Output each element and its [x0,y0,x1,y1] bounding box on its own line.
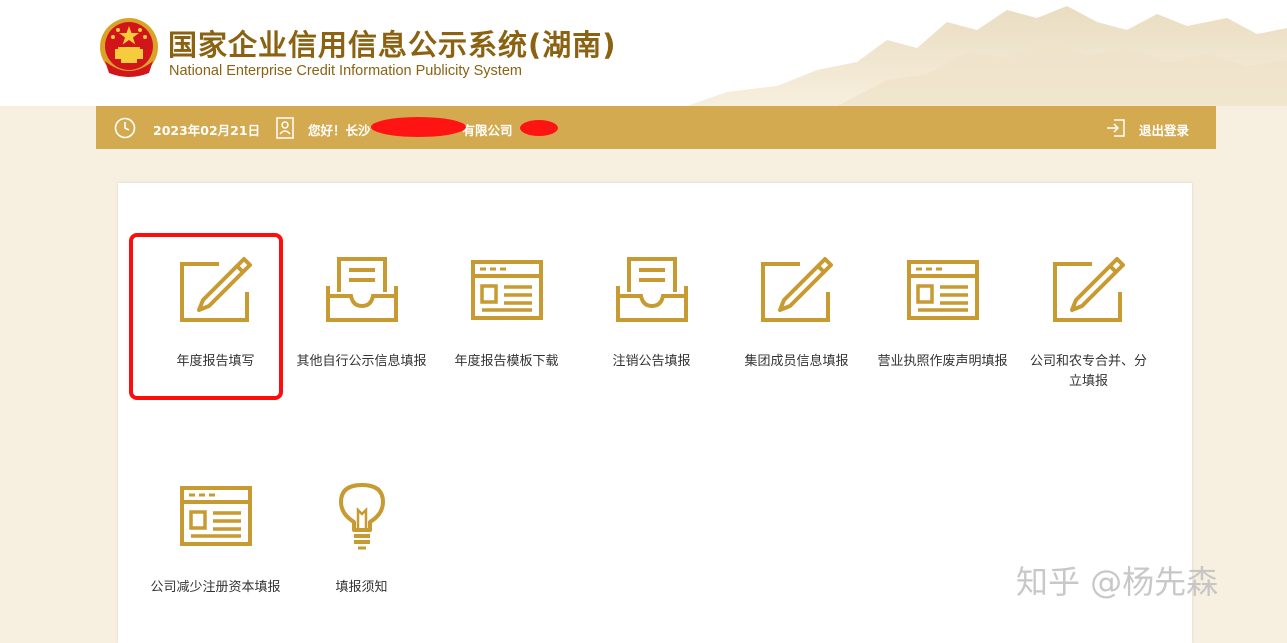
tile-filing-instructions[interactable]: 填报须知 [289,482,434,598]
tile-merger-division[interactable]: 公司和农专合并、分立填报 [1016,256,1161,392]
site-subtitle: National Enterprise Credit Information P… [169,63,522,79]
lightbulb-icon [338,483,385,550]
tile-label: 集团成员信息填报 [744,354,849,369]
tile-label: 公司和农专合并、分立填报 [1029,354,1147,389]
national-emblem-logo [100,18,158,77]
logout-button[interactable]: 退出登录 [1139,120,1189,139]
clock-icon [114,117,136,139]
tile-template-download[interactable]: 年度报告模板下载 [434,256,579,372]
tile-label: 年度报告模板下载 [454,354,559,369]
tile-label: 注销公告填报 [612,354,691,369]
site-title: 国家企业信用信息公示系统(湖南) [168,28,617,62]
site-header: 国家企业信用信息公示系统(湖南) National Enterprise Cre… [0,0,1287,106]
tile-license-void-statement[interactable]: 营业执照作废声明填报 [870,256,1015,372]
highlight-box [129,233,283,400]
logout-icon[interactable] [1106,118,1128,138]
inbox-tray-icon [325,257,398,322]
current-date: 2023年02月21日 [153,123,261,138]
form-window-icon [470,260,543,320]
tile-label: 营业执照作废声明填报 [877,354,1008,369]
greeting-suffix: 有限公司 [462,123,513,138]
tile-label: 公司减少注册资本填报 [150,580,281,595]
tile-other-disclosure[interactable]: 其他自行公示信息填报 [289,256,434,372]
form-window-icon [906,260,979,320]
tile-deregistration-notice[interactable]: 注销公告填报 [579,256,724,372]
user-info-bar: 2023年02月21日 您好！长沙 有限公司 退出登录 [96,106,1216,149]
redaction-mark [371,117,466,137]
form-window-icon [179,486,252,546]
pencil-edit-icon [760,257,833,322]
tile-group-member-info[interactable]: 集团成员信息填报 [724,256,869,372]
tile-capital-reduction[interactable]: 公司减少注册资本填报 [143,482,288,598]
greeting-prefix: 您好！长沙 [308,123,371,138]
redaction-mark [520,120,558,136]
inbox-tray-icon [615,257,688,322]
tile-label: 填报须知 [335,580,388,595]
mountain-background-image [687,6,1287,106]
pencil-edit-icon [1052,257,1125,322]
zhihu-watermark: 知乎 @杨先森 [1016,563,1219,601]
user-card-icon [276,117,294,139]
tile-label: 其他自行公示信息填报 [296,354,427,369]
